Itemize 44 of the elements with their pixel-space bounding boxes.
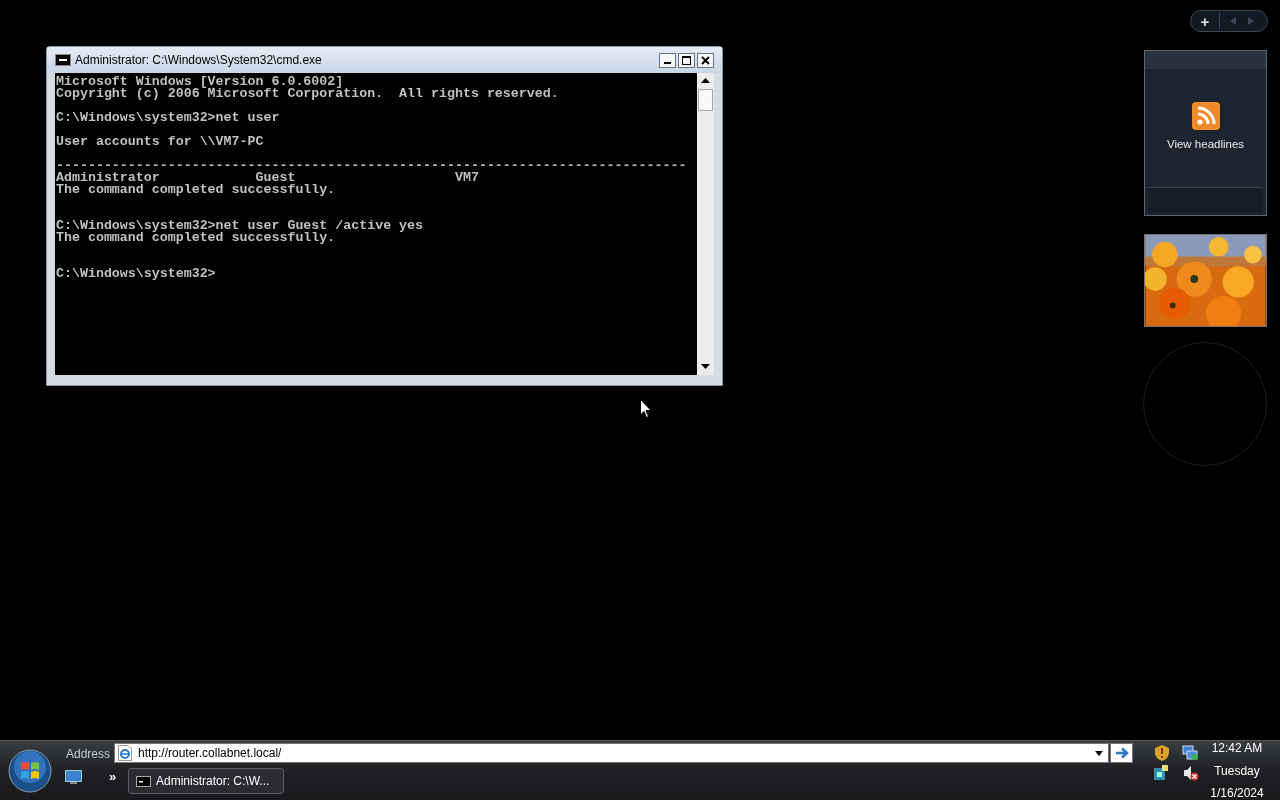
console-line: Administrator Guest VM7	[56, 172, 480, 184]
browser-page-icon	[118, 745, 132, 761]
start-button[interactable]	[8, 749, 52, 793]
console-line: C:\Windows\system32>	[56, 268, 217, 280]
console-icon	[55, 54, 71, 66]
rss-icon	[1191, 102, 1220, 131]
console-line: The command completed successfully.	[56, 184, 337, 196]
maximize-button[interactable]	[678, 52, 695, 68]
shield-icon[interactable]	[1155, 745, 1169, 761]
add-gadget-button[interactable]: +	[1191, 11, 1219, 31]
console-icon	[136, 775, 151, 787]
console-line: -------------------------------------------------------------------------------	[56, 160, 688, 172]
windows-update-icon[interactable]	[1154, 765, 1170, 781]
console-line: The command completed successfully.	[56, 232, 337, 244]
close-icon	[701, 55, 710, 65]
scrollbar[interactable]	[697, 73, 714, 375]
taskbar-button[interactable]: Administrator: C:\W...	[128, 768, 284, 794]
window-title: Administrator: C:\Windows\System32\cmd.exe	[75, 52, 322, 69]
clock-day[interactable]: Tuesday	[1214, 761, 1260, 783]
console-line: Copyright (c) 2006 Microsoft Corporation. All rights reserved.	[56, 88, 560, 100]
address-label: Address	[66, 746, 111, 763]
scroll-down-icon[interactable]	[701, 364, 710, 370]
scrollbar-thumb[interactable]	[698, 89, 713, 111]
mouse-cursor-icon	[640, 399, 652, 419]
console-line: User accounts for \\VM7-PC	[56, 136, 265, 148]
console-line: C:\Windows\system32>net user	[56, 112, 281, 124]
show-desktop-icon[interactable]	[65, 770, 82, 784]
toolbar-chevron[interactable]: »	[109, 767, 117, 787]
address-field[interactable]: http://router.collabnet.local/	[114, 743, 1109, 763]
clock-date[interactable]: 1/16/2024	[1210, 783, 1264, 800]
view-headlines-link[interactable]: View headlines	[1166, 136, 1245, 154]
network-icon[interactable]	[1182, 745, 1198, 761]
console-line: C:\Windows\system32>net user Guest /active yes	[56, 220, 425, 232]
minimize-icon	[664, 62, 671, 64]
clock-time[interactable]: 12:42 AM	[1211, 741, 1263, 761]
go-button[interactable]	[1110, 743, 1133, 763]
minimize-button[interactable]	[659, 52, 676, 68]
dropdown-icon[interactable]	[1095, 750, 1103, 756]
maximize-icon	[682, 55, 691, 65]
console-line: Microsoft Windows [Version 6.0.6002]	[56, 76, 344, 88]
muted-speaker-icon[interactable]	[1183, 765, 1199, 781]
scroll-up-icon[interactable]	[701, 78, 710, 84]
close-button[interactable]	[697, 52, 714, 68]
arrow-right-icon	[1114, 747, 1129, 759]
